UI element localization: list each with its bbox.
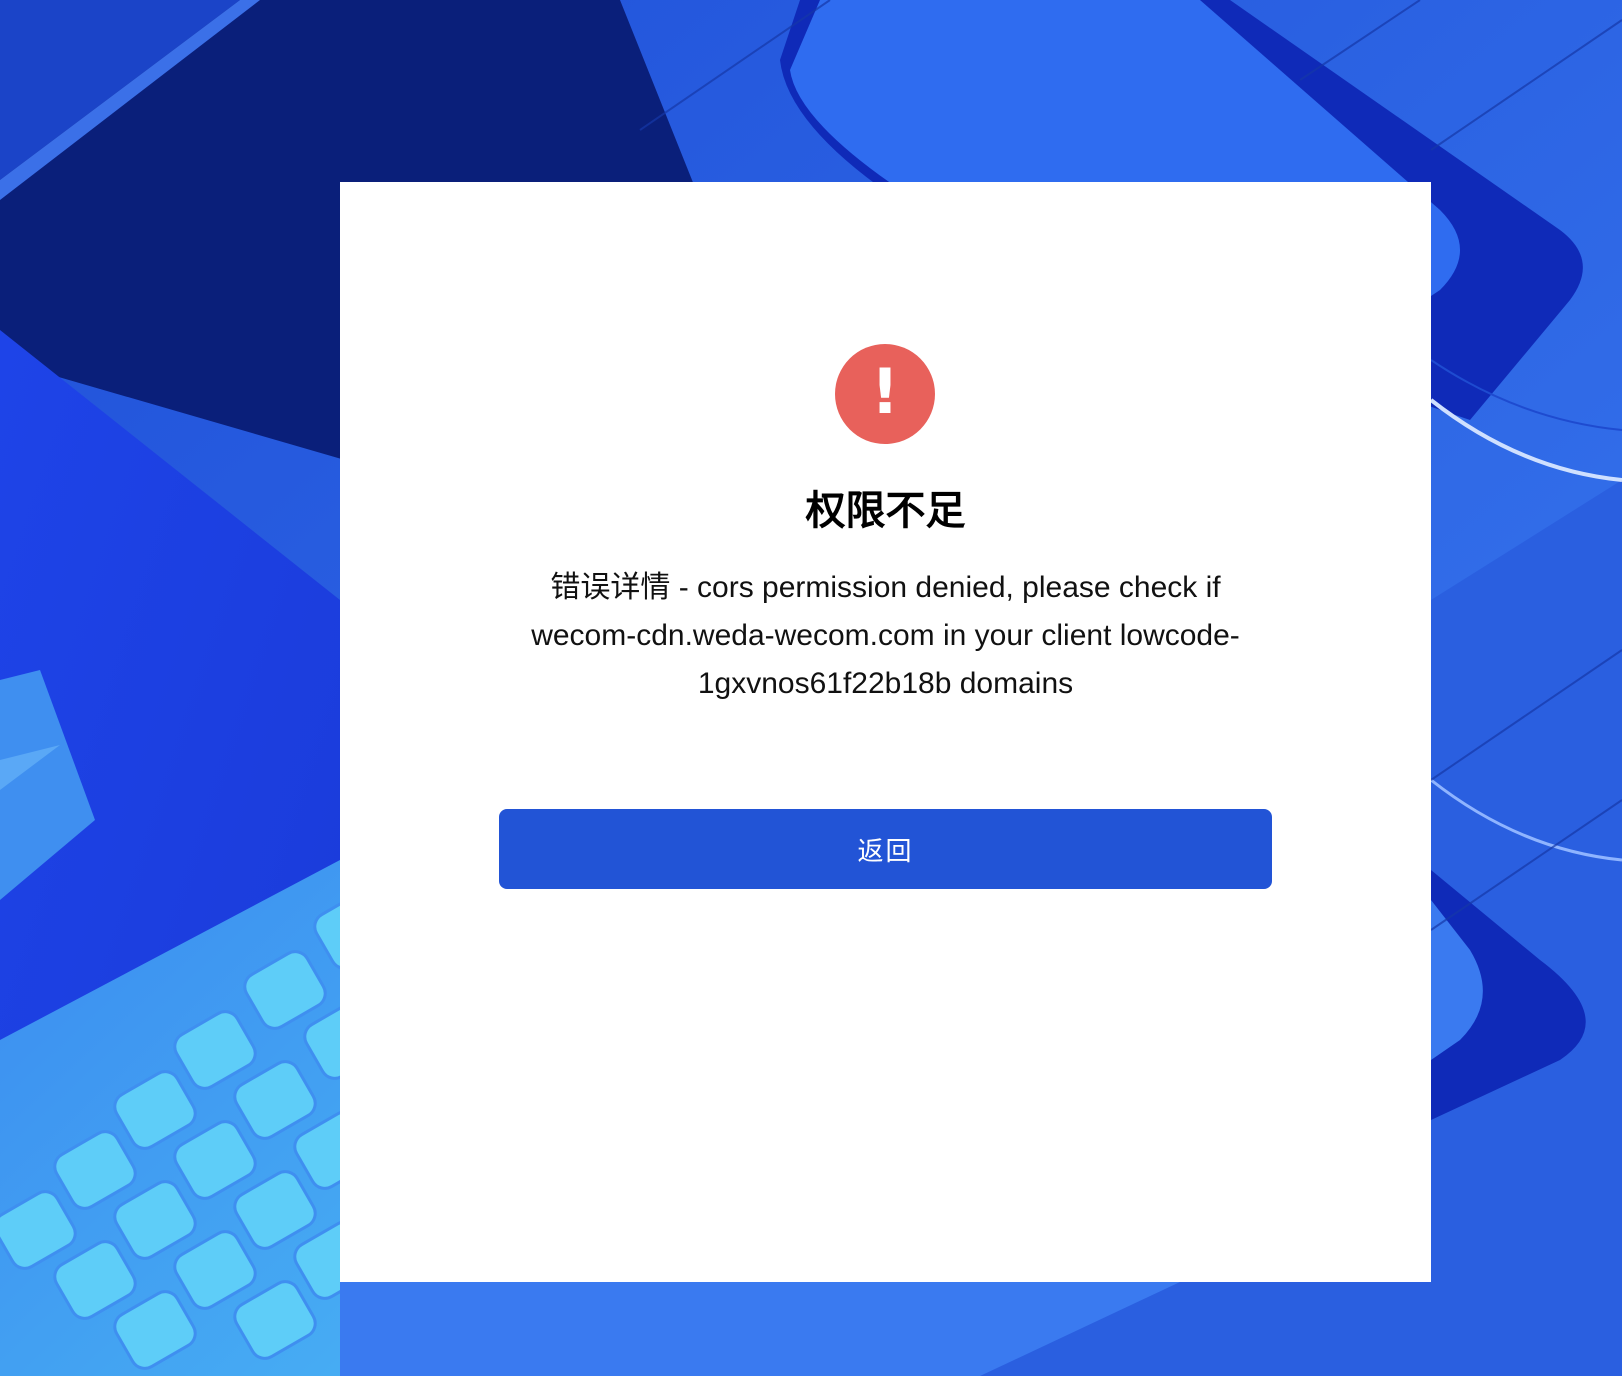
dialog-title: 权限不足 xyxy=(805,488,966,534)
page-root: ! 权限不足 错误详情 - cors permission denied, pl… xyxy=(0,0,1622,1376)
permission-error-dialog: ! 权限不足 错误详情 - cors permission denied, pl… xyxy=(340,182,1431,1282)
error-detail-text: 错误详情 - cors permission denied, please ch… xyxy=(531,571,1240,700)
exclamation-alert-icon: ! xyxy=(835,344,935,444)
exclamation-glyph: ! xyxy=(870,355,900,428)
back-button[interactable]: 返回 xyxy=(499,809,1272,889)
